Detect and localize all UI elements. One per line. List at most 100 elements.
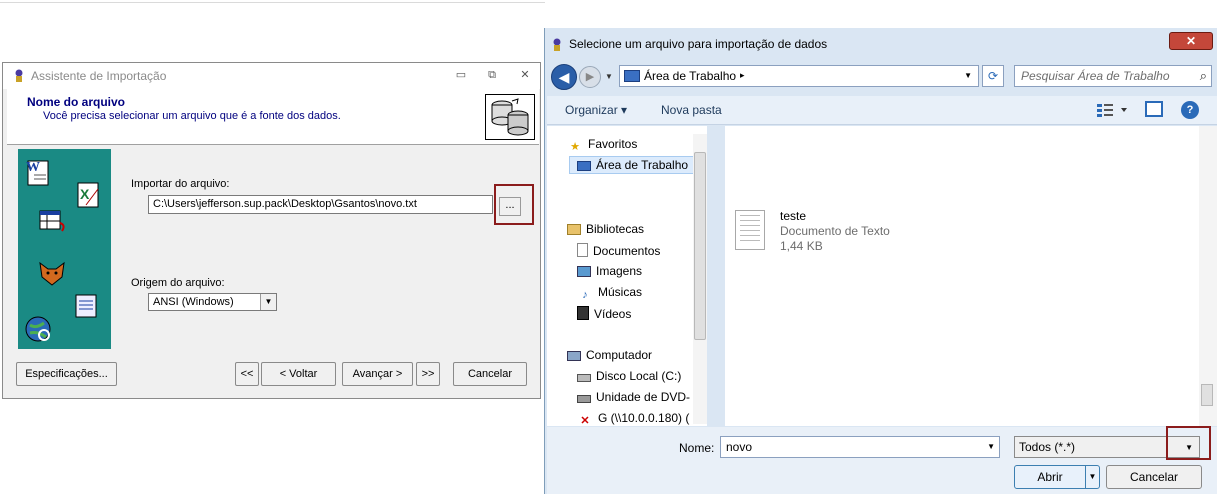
word-document-icon: W	[26, 160, 49, 186]
nav-documents[interactable]: Documentos	[577, 243, 660, 258]
disconnected-drive-icon: ✕	[580, 415, 590, 427]
close-button[interactable]: ✕	[515, 68, 535, 82]
nav-documents-label: Documentos	[593, 244, 661, 258]
chevron-down-icon[interactable]: ▼	[987, 442, 995, 451]
file-origin-label: Origem do arquivo:	[131, 277, 225, 289]
hard-drive-icon	[577, 374, 591, 382]
open-button[interactable]: Abrir ▼	[1014, 465, 1100, 489]
import-wizard-window: Assistente de Importação ▭ ⧉ ✕ Nome do a…	[2, 62, 541, 399]
search-input[interactable]: Pesquisar Área de Trabalho ⌕	[1014, 65, 1212, 87]
close-button[interactable]: ✕	[1169, 32, 1213, 50]
file-list-scroll-thumb[interactable]	[1201, 384, 1213, 406]
app-icon	[15, 69, 23, 82]
nav-desktop-label: Área de Trabalho	[596, 158, 689, 172]
desktop-folder-icon	[624, 70, 640, 82]
nav-music-label: Músicas	[598, 285, 643, 299]
images-icon	[577, 266, 591, 277]
forward-arrow-icon[interactable]: ▶	[579, 66, 601, 88]
breadcrumb-arrow-icon[interactable]: ▸	[740, 70, 745, 81]
file-size: 1,44 KB	[780, 239, 823, 253]
app-icon	[553, 38, 561, 51]
wizard-title-bar: Assistente de Importação ▭ ⧉ ✕	[3, 63, 540, 89]
nav-desktop[interactable]: Área de Trabalho	[577, 158, 688, 172]
nav-libraries-label: Bibliotecas	[586, 222, 645, 236]
address-path[interactable]: Área de Trabalho	[644, 69, 736, 83]
dvd-drive-icon	[577, 395, 591, 403]
nav-images[interactable]: Imagens	[577, 264, 642, 278]
wizard-header: Nome do arquivo Você precisa selecionar …	[7, 89, 539, 145]
nav-music[interactable]: ♪ Músicas	[577, 285, 642, 302]
help-icon[interactable]: ?	[1181, 101, 1199, 119]
dialog-cancel-button[interactable]: Cancelar	[1106, 465, 1202, 489]
chevron-down-icon[interactable]: ▼	[260, 294, 276, 310]
new-folder-button[interactable]: Nova pasta	[661, 103, 722, 117]
chevron-down-icon[interactable]: ▼	[1085, 466, 1099, 488]
documents-icon	[577, 243, 588, 257]
file-name-label: Nome:	[679, 441, 715, 455]
preview-pane-icon[interactable]	[1145, 101, 1163, 117]
nav-network-label: G (\\10.0.0.180) (	[598, 411, 690, 425]
file-open-dialog: Selecione um arquivo para importação de …	[544, 28, 1217, 494]
web-globe-icon	[25, 316, 51, 342]
open-button-label: Abrir	[1037, 470, 1063, 484]
import-path-field[interactable]: C:\Users\jefferson.sup.pack\Desktop\Gsan…	[148, 195, 493, 214]
nav-videos[interactable]: Vídeos	[577, 306, 631, 321]
file-name[interactable]: teste	[780, 209, 806, 223]
organize-menu[interactable]: Organizar ▾	[565, 103, 627, 117]
nav-scroll-thumb[interactable]	[694, 152, 706, 340]
cancel-button[interactable]: Cancelar	[453, 362, 527, 386]
nav-dvd[interactable]: Unidade de DVD-	[577, 390, 690, 404]
star-icon: ★	[570, 141, 580, 153]
file-type-filter-value: Todos (*.*)	[1019, 440, 1076, 454]
specifications-button[interactable]: Especificações...	[16, 362, 117, 386]
nav-computer-label: Computador	[586, 348, 653, 362]
svg-text:X: X	[80, 186, 90, 202]
dialog-footer: Nome: novo ▼ Todos (*.*) ▼ Abrir ▼ Cance…	[547, 426, 1217, 494]
maximize-button[interactable]: ⧉	[482, 68, 502, 82]
last-step-button[interactable]: >>	[416, 362, 440, 386]
libraries-icon	[567, 224, 581, 235]
highlight-box	[494, 184, 534, 225]
address-bar[interactable]: Área de Trabalho ▸ ▼	[619, 65, 979, 87]
search-placeholder: Pesquisar Área de Trabalho	[1021, 69, 1170, 83]
source-icons-panel: W X	[18, 149, 111, 349]
text-file-icon[interactable]	[735, 210, 765, 250]
nav-computer[interactable]: Computador	[567, 348, 652, 362]
music-note-icon: ♪	[582, 289, 588, 301]
nav-dvd-label: Unidade de DVD-	[596, 390, 691, 404]
chevron-down-icon[interactable]: ▼	[964, 71, 972, 80]
next-button[interactable]: Avançar >	[342, 362, 413, 386]
nav-images-label: Imagens	[596, 264, 643, 278]
navigation-pane: ★ Favoritos Área de Trabalho Bibliotecas …	[547, 126, 707, 428]
view-options-icon[interactable]	[1095, 101, 1131, 119]
computer-icon	[567, 351, 581, 361]
notepad-icon	[75, 294, 97, 318]
nav-favorites[interactable]: ★ Favoritos	[567, 137, 637, 154]
back-button[interactable]: < Voltar	[261, 362, 336, 386]
desktop-icon	[577, 161, 591, 171]
wizard-title: Assistente de Importação	[31, 69, 167, 83]
file-list-scrollbar[interactable]	[1199, 126, 1217, 426]
svg-text:W: W	[26, 160, 40, 175]
file-name-value: novo	[726, 440, 753, 454]
dialog-title: Selecione um arquivo para importação de …	[569, 37, 828, 51]
file-list-pane: teste Documento de Texto 1,44 KB	[725, 126, 1217, 426]
first-step-button[interactable]: <<	[235, 362, 259, 386]
film-icon	[577, 306, 589, 320]
nav-local-disk[interactable]: Disco Local (C:)	[577, 369, 681, 383]
file-origin-select[interactable]: ANSI (Windows) ▼	[148, 293, 277, 311]
table-icon	[39, 210, 65, 232]
back-arrow-icon[interactable]: ◀	[551, 64, 577, 90]
nav-libraries[interactable]: Bibliotecas	[567, 222, 644, 236]
recent-locations-chevron-icon[interactable]: ▼	[605, 72, 613, 81]
file-name-input[interactable]: novo ▼	[720, 436, 1000, 458]
refresh-icon[interactable]: ⟳	[982, 65, 1004, 87]
nav-local-disk-label: Disco Local (C:)	[596, 369, 682, 383]
file-origin-value: ANSI (Windows)	[153, 296, 234, 308]
background-divider	[0, 2, 545, 3]
fox-icon	[39, 261, 65, 286]
highlight-box	[1166, 426, 1211, 460]
minimize-button[interactable]: ▭	[451, 68, 471, 82]
search-icon[interactable]: ⌕	[1200, 68, 1207, 84]
nav-network-drive[interactable]: ✕ G (\\10.0.0.180) (	[577, 411, 689, 428]
